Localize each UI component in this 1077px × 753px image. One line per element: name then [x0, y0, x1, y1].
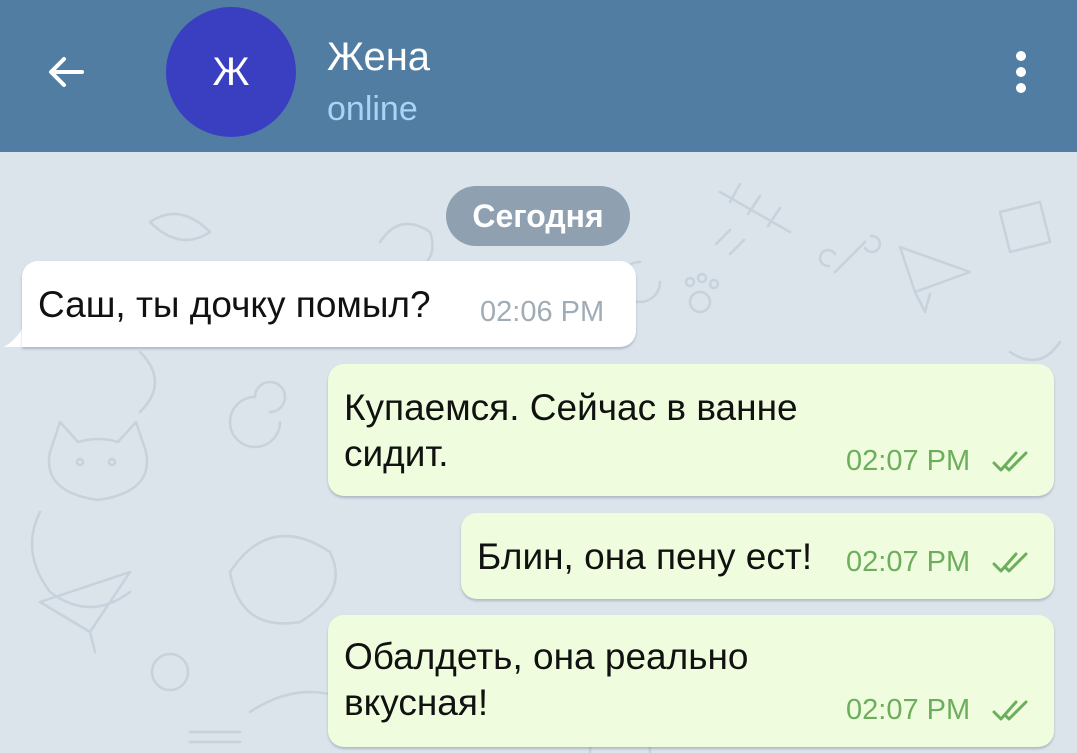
double-check-icon	[992, 552, 1028, 573]
message-text-line: Купаемся. Сейчас в ванне	[344, 387, 798, 428]
chat-header: Ж Жена online	[0, 0, 1077, 152]
message-time: 02:07 PM	[846, 445, 971, 477]
date-label: Сегодня	[472, 197, 604, 234]
more-vertical-icon	[1016, 51, 1026, 93]
message-bubble-outgoing[interactable]: Обалдеть, она реально вкусная! 02:07 PM	[328, 615, 1054, 747]
arrow-left-icon	[49, 57, 84, 87]
avatar-letter: Ж	[212, 49, 250, 94]
double-check-icon	[992, 700, 1028, 721]
avatar[interactable]: Ж	[166, 7, 296, 137]
message-time: 02:07 PM	[846, 546, 971, 578]
message-text: Саш, ты дочку помыл?	[38, 284, 431, 325]
double-check-icon	[992, 451, 1028, 472]
message-text-line: Обалдеть, она реально	[344, 636, 749, 677]
contact-name[interactable]: Жена	[327, 33, 430, 81]
message-text: Блин, она пену ест!	[477, 536, 813, 577]
message-bubble-outgoing[interactable]: Блин, она пену ест! 02:07 PM	[461, 513, 1054, 599]
more-options-button[interactable]	[995, 46, 1047, 98]
message-time: 02:07 PM	[846, 694, 971, 726]
message-text-line: вкусная!	[344, 682, 489, 723]
back-button[interactable]	[40, 46, 92, 98]
message-text-line: сидит.	[344, 433, 449, 474]
contact-status: online	[327, 90, 418, 128]
message-bubble-outgoing[interactable]: Купаемся. Сейчас в ванне сидит. 02:07 PM	[328, 364, 1054, 496]
date-separator: Сегодня	[446, 186, 630, 246]
message-time: 02:06 PM	[480, 296, 605, 328]
message-bubble-incoming[interactable]: Саш, ты дочку помыл? 02:06 PM	[22, 261, 636, 347]
